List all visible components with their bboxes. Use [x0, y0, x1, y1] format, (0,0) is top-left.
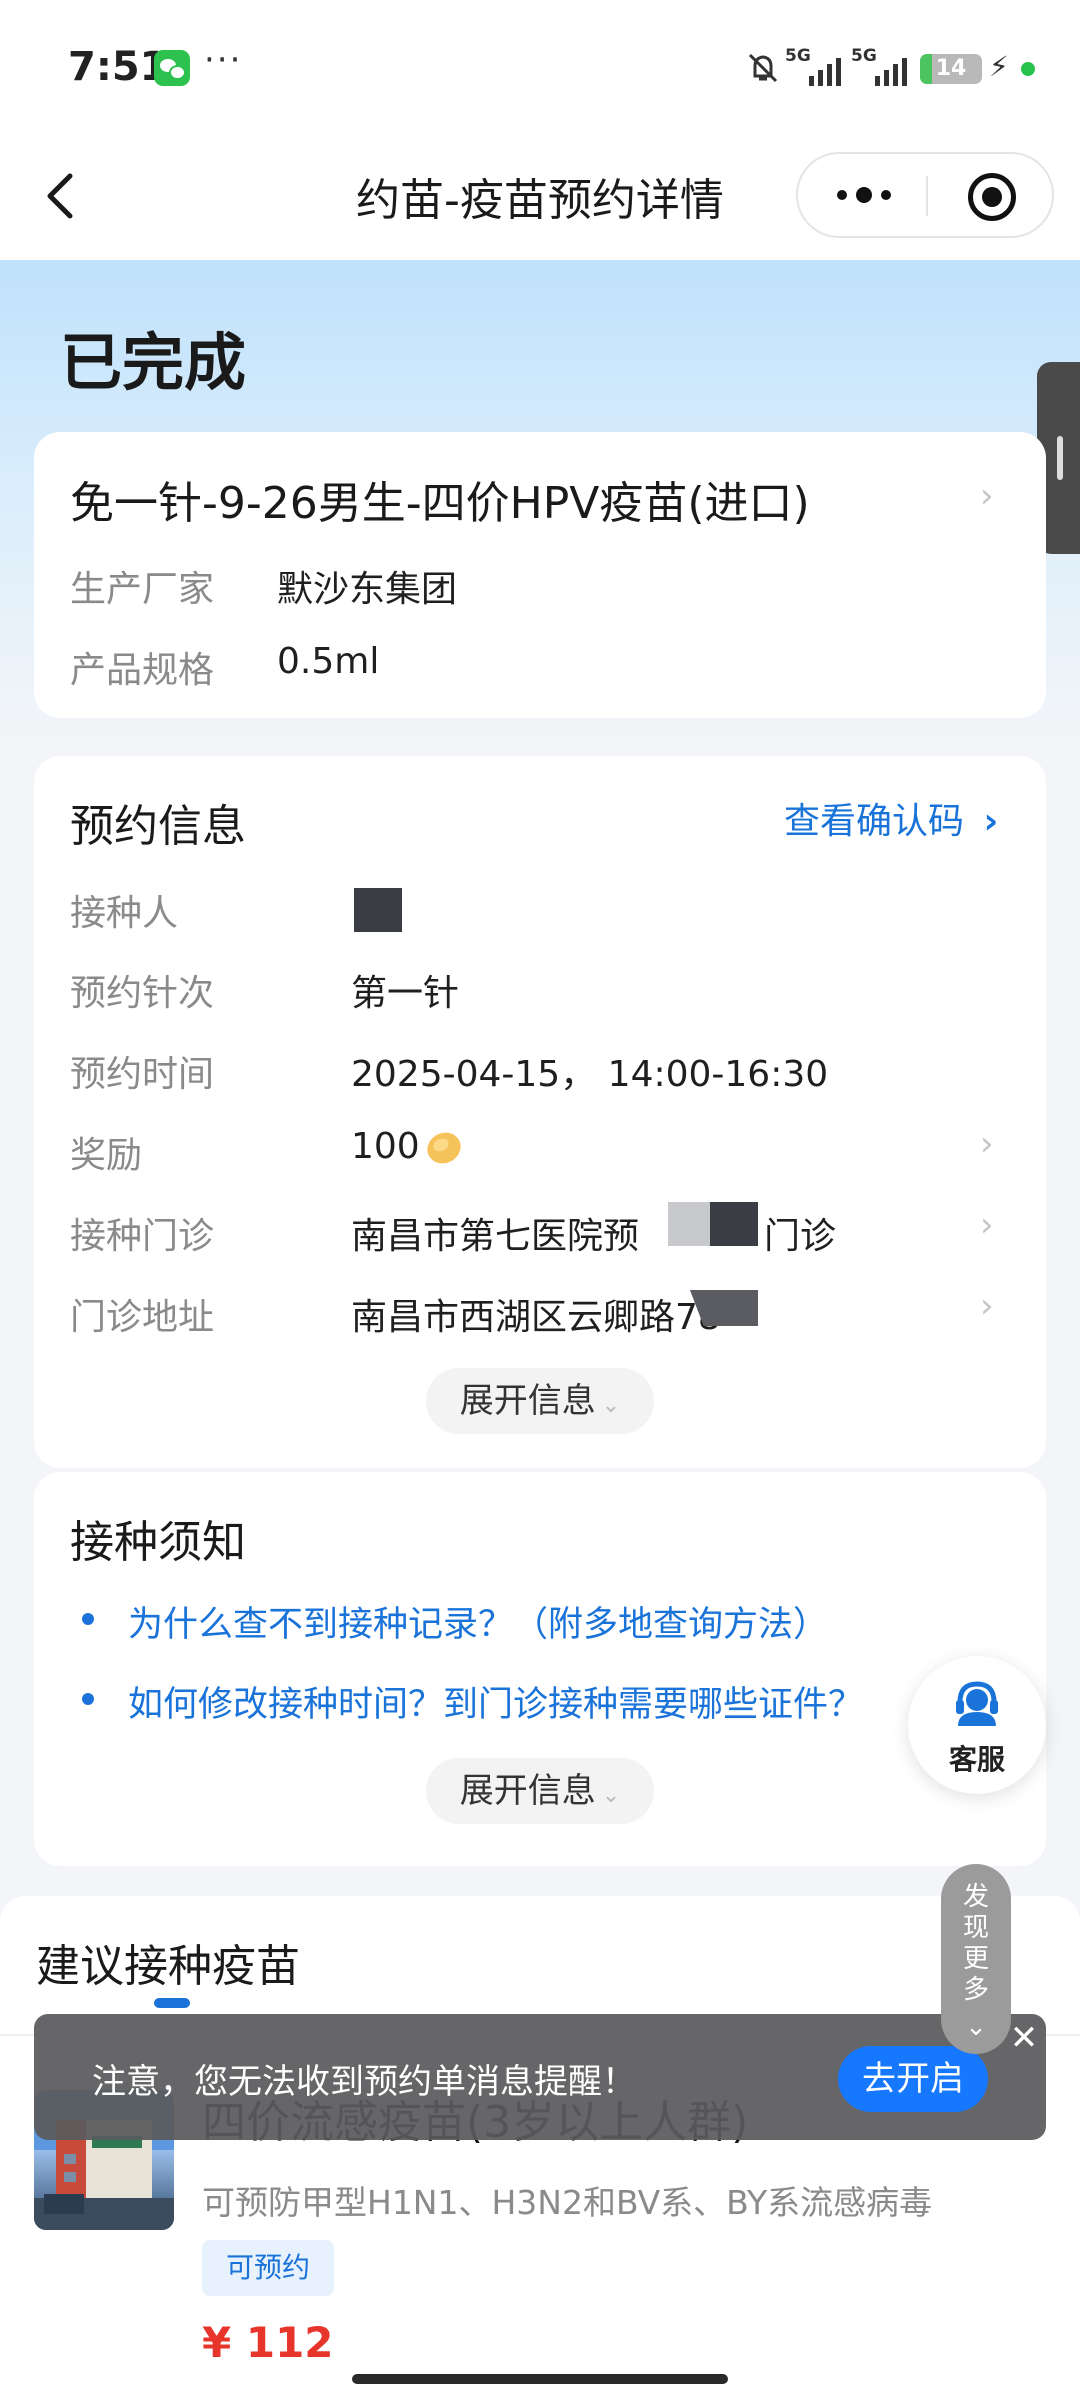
redacted-clinic-2	[710, 1202, 758, 1246]
vaccine-price: ¥ 112	[202, 2318, 334, 2367]
clinic-value-suffix: 门诊	[764, 1216, 837, 1257]
customer-service-label: 客服	[948, 1743, 1005, 1776]
manufacturer-value: 默沙东集团	[277, 569, 458, 610]
product-title[interactable]: 免一针-9-26男生-四价HPV疫苗(进口)	[70, 467, 810, 531]
mute-bell-icon	[748, 53, 778, 83]
order-status: 已完成	[60, 326, 247, 399]
dose-value: 第一针	[351, 973, 460, 1014]
dose-label: 预约针次	[70, 973, 215, 1014]
spec-value: 0.5ml	[277, 641, 380, 682]
recipient-label: 接种人	[70, 893, 179, 934]
status-time: 7:51	[68, 44, 168, 90]
vaccine-description: 可预防甲型H1N1、H3N2和BV系、BY系流感病毒	[202, 2183, 933, 2222]
discover-more-label: 发现更多	[962, 1882, 989, 2005]
notice-link-1[interactable]: 为什么查不到接种记录？（附多地查询方法）	[128, 1596, 828, 1647]
close-miniprogram-icon[interactable]	[968, 173, 1016, 221]
active-tab-indicator	[154, 1998, 190, 2008]
signal-bars-2-icon	[875, 56, 907, 86]
availability-badge: 可预约	[202, 2240, 334, 2296]
chevron-right-icon: ›	[980, 476, 994, 516]
more-menu-icon[interactable]	[834, 183, 894, 207]
chevron-down-icon: ⌄	[601, 1783, 621, 1808]
close-icon[interactable]: ✕	[1004, 2016, 1044, 2060]
notice-section-title: 接种须知	[70, 1517, 246, 1568]
expand-notice-label: 展开信息	[459, 1771, 596, 1811]
redacted-recipient	[354, 888, 402, 932]
network-type-1: 5G	[785, 46, 811, 66]
view-confirm-code-link[interactable]: 查看确认码 ›	[784, 792, 998, 844]
discover-more-button[interactable]: 发现更多 ⌄	[941, 1864, 1011, 2054]
customer-service-button[interactable]: 客服	[908, 1656, 1046, 1794]
redacted-clinic-1	[668, 1202, 710, 1246]
more-notifications-icon: ···	[204, 40, 243, 80]
chevron-right-icon: ›	[983, 801, 999, 842]
signal-bars-1-icon	[809, 56, 841, 86]
enable-notifications-button[interactable]: 去开启	[838, 2046, 988, 2112]
reward-label: 奖励	[70, 1135, 143, 1176]
wechat-notification-icon	[154, 50, 190, 86]
clinic-label: 接种门诊	[70, 1216, 215, 1257]
bullet-icon	[82, 1693, 94, 1705]
headset-icon	[956, 1681, 998, 1726]
manufacturer-label: 生产厂家	[70, 569, 215, 610]
capsule-divider	[926, 176, 928, 216]
appointment-section-title: 预约信息	[70, 801, 246, 852]
appointment-card	[34, 756, 1046, 1468]
toast-message: 注意，您无法收到预约单消息提醒！	[92, 2062, 636, 2102]
clinic-value[interactable]: 南昌市第七医院预	[351, 1207, 639, 1259]
expand-appointment-button[interactable]: 展开信息 ⌄	[426, 1368, 654, 1434]
chevron-down-icon: ⌄	[965, 2012, 987, 2042]
reward-value: 100	[351, 1126, 420, 1167]
time-label: 预约时间	[70, 1054, 215, 1095]
privacy-indicator-icon	[1021, 62, 1035, 76]
notification-toast: 注意，您无法收到预约单消息提醒！ 去开启	[34, 2014, 1046, 2140]
spec-label: 产品规格	[70, 650, 215, 691]
view-confirm-code-label: 查看确认码	[784, 801, 965, 842]
time-value: 2025-04-15， 14:00-16:30	[351, 1054, 829, 1095]
reward-chevron-icon[interactable]: ›	[980, 1124, 994, 1164]
address-label: 门诊地址	[70, 1297, 215, 1338]
address-value[interactable]: 南昌市西湖区云卿路78	[351, 1288, 721, 1340]
battery-fill	[920, 54, 932, 84]
miniprogram-capsule	[796, 152, 1054, 238]
notice-link-2[interactable]: 如何修改接种时间？到门诊接种需要哪些证件？	[128, 1676, 863, 1727]
chevron-down-icon: ⌄	[601, 1393, 621, 1418]
clinic-chevron-icon[interactable]: ›	[980, 1205, 994, 1245]
status-indicators: 5G 5G 14 ⚡	[745, 46, 1045, 90]
address-chevron-icon[interactable]: ›	[980, 1286, 994, 1326]
expand-notice-button[interactable]: 展开信息 ⌄	[426, 1758, 654, 1824]
recommend-section-title[interactable]: 建议接种疫苗	[36, 1930, 300, 1994]
network-type-2: 5G	[851, 46, 877, 66]
home-indicator[interactable]	[352, 2374, 728, 2384]
expand-appointment-label: 展开信息	[459, 1381, 596, 1421]
bullet-icon	[82, 1613, 94, 1625]
coin-reward-icon	[427, 1132, 461, 1164]
charging-icon: ⚡	[989, 50, 1009, 83]
